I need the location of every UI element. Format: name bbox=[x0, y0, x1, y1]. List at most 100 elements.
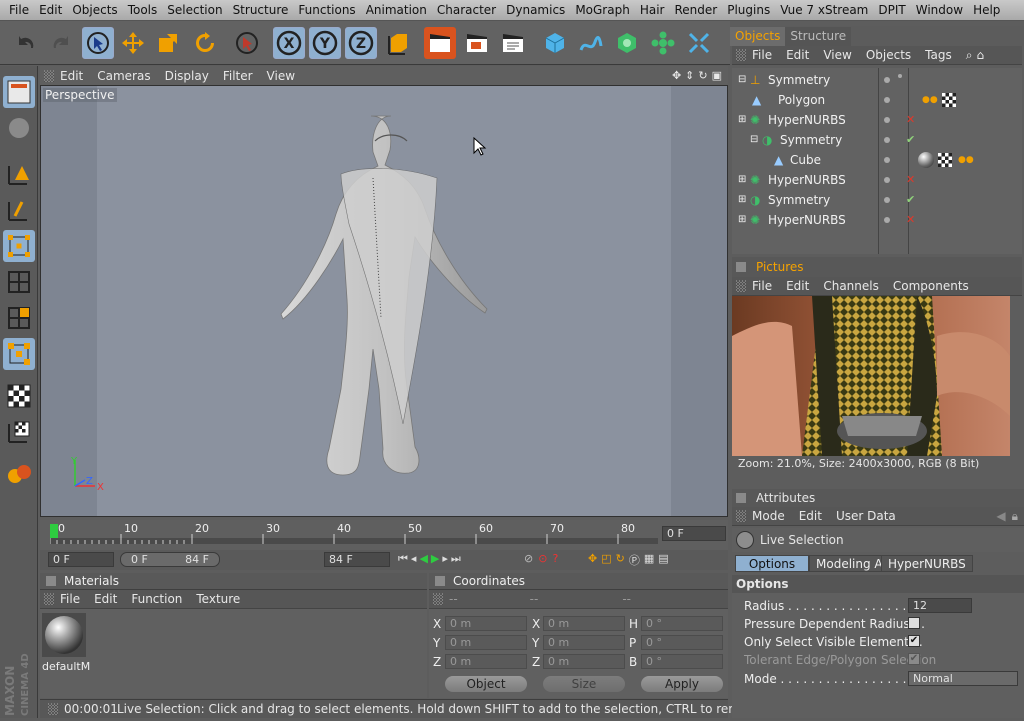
material-thumbnail[interactable]: defaultM bbox=[42, 613, 90, 673]
pictures-menu-file[interactable]: File bbox=[752, 279, 772, 293]
use-object-axis-icon[interactable] bbox=[3, 112, 35, 144]
viewport-perspective[interactable]: Perspective Y X Z bbox=[40, 85, 728, 517]
list-item[interactable]: ▲ Cube ●● bbox=[732, 150, 1022, 170]
tolerant-checkbox[interactable]: ✔ bbox=[908, 653, 920, 665]
rotate-icon[interactable] bbox=[189, 27, 221, 59]
array-icon[interactable] bbox=[647, 27, 679, 59]
position-y-field[interactable]: 0 m bbox=[445, 635, 527, 650]
play-reverse-icon[interactable]: ◀ bbox=[419, 552, 427, 566]
objects-menu-objects[interactable]: Objects bbox=[866, 48, 911, 62]
disabled-cross-icon[interactable]: ✕ bbox=[906, 170, 915, 190]
attributes-menu-mode[interactable]: Mode bbox=[752, 509, 785, 523]
viewport-menu-edit[interactable]: Edit bbox=[60, 69, 83, 83]
object-name[interactable]: Symmetry bbox=[768, 190, 830, 210]
key-scale-icon[interactable]: ◰ bbox=[601, 552, 611, 568]
menu-objects[interactable]: Objects bbox=[72, 3, 117, 17]
grip-icon[interactable] bbox=[44, 593, 54, 605]
tab-structure[interactable]: Structure bbox=[785, 27, 852, 46]
radius-field[interactable]: 12 bbox=[908, 598, 972, 613]
timeline-ruler[interactable]: 0 10 20 30 40 50 60 70 80 bbox=[50, 520, 670, 550]
materials-menu-edit[interactable]: Edit bbox=[94, 592, 117, 606]
timeline[interactable]: 0 10 20 30 40 50 60 70 80 0 F bbox=[40, 520, 728, 550]
next-key-icon[interactable]: ▸ bbox=[442, 552, 448, 566]
grip-icon[interactable] bbox=[736, 49, 746, 61]
attributes-menu-edit[interactable]: Edit bbox=[799, 509, 822, 523]
play-icon[interactable]: ▶ bbox=[431, 552, 439, 566]
list-item[interactable]: ⊞ ✺ HyperNURBS ✕ bbox=[732, 110, 1022, 130]
enabled-check-icon[interactable]: ✔ bbox=[906, 190, 915, 210]
material-tag-icon[interactable] bbox=[918, 152, 934, 168]
pictures-menu-components[interactable]: Components bbox=[893, 279, 969, 293]
menu-tools[interactable]: Tools bbox=[128, 3, 158, 17]
panel-toggle[interactable] bbox=[435, 576, 445, 586]
menu-file[interactable]: File bbox=[9, 3, 29, 17]
autokey-icon[interactable]: ⊙ bbox=[538, 552, 547, 565]
objects-menu-view[interactable]: View bbox=[823, 48, 851, 62]
materials-menu-function[interactable]: Function bbox=[131, 592, 182, 606]
size-mode-dropdown[interactable]: Size bbox=[543, 676, 625, 692]
menu-dpit[interactable]: DPIT bbox=[878, 3, 905, 17]
menu-plugins[interactable]: Plugins bbox=[727, 3, 770, 17]
panel-toggle[interactable] bbox=[46, 576, 56, 586]
object-name[interactable]: HyperNURBS bbox=[768, 110, 846, 130]
menu-window[interactable]: Window bbox=[916, 3, 963, 17]
size-x-field[interactable]: 0 m bbox=[543, 616, 625, 631]
rotation-p-field[interactable]: 0 ° bbox=[641, 635, 723, 650]
move-icon[interactable] bbox=[117, 27, 149, 59]
checker-texture-icon[interactable] bbox=[3, 380, 35, 412]
goto-end-icon[interactable]: ⏭ bbox=[451, 552, 461, 566]
tab-options[interactable]: Options bbox=[735, 555, 809, 572]
key-rotation-icon[interactable]: ↻ bbox=[616, 552, 625, 568]
tab-objects[interactable]: Objects bbox=[730, 27, 786, 46]
materials-menu-texture[interactable]: Texture bbox=[196, 592, 240, 606]
menu-render[interactable]: Render bbox=[674, 3, 717, 17]
rotation-h-field[interactable]: 0 ° bbox=[641, 616, 723, 631]
apply-button[interactable]: Apply bbox=[641, 676, 723, 692]
end-frame-field[interactable]: 84 F bbox=[324, 552, 390, 567]
frame-range-slider[interactable]: 0 F 84 F bbox=[120, 552, 220, 567]
pictures-menu-channels[interactable]: Channels bbox=[823, 279, 879, 293]
phong-tag-icon[interactable]: ●● bbox=[922, 90, 938, 110]
panel-toggle[interactable] bbox=[736, 262, 746, 272]
viewport-move-icon[interactable]: ✥ bbox=[672, 69, 681, 82]
coordinate-mode-dropdown[interactable]: Object bbox=[445, 676, 527, 692]
back-arrow-icon[interactable]: ◀ bbox=[996, 509, 1005, 523]
disabled-cross-icon[interactable]: ✕ bbox=[906, 210, 915, 230]
menu-hair[interactable]: Hair bbox=[640, 3, 665, 17]
use-model-mode-icon[interactable] bbox=[3, 76, 35, 108]
live-selection-icon[interactable] bbox=[82, 27, 114, 59]
key-pla-icon[interactable]: ▦ bbox=[644, 552, 654, 568]
undo-icon[interactable] bbox=[10, 27, 42, 59]
character-model[interactable]: Y X Z bbox=[41, 86, 727, 516]
menu-edit[interactable]: Edit bbox=[39, 3, 62, 17]
menu-dynamics[interactable]: Dynamics bbox=[506, 3, 565, 17]
size-z-field[interactable]: 0 m bbox=[543, 654, 625, 669]
search-icon[interactable]: ⌕ bbox=[966, 48, 973, 63]
viewport-menu-filter[interactable]: Filter bbox=[223, 69, 253, 83]
mode-dropdown[interactable]: Normal bbox=[908, 671, 1018, 686]
start-frame-field[interactable]: 0 F bbox=[48, 552, 114, 567]
menu-functions[interactable]: Functions bbox=[298, 3, 355, 17]
viewport-menu-display[interactable]: Display bbox=[165, 69, 209, 83]
grip-icon[interactable] bbox=[736, 280, 746, 292]
viewport-menu-view[interactable]: View bbox=[267, 69, 295, 83]
deformer-icon[interactable] bbox=[683, 27, 715, 59]
recent-tool-icon[interactable] bbox=[231, 27, 263, 59]
menu-selection[interactable]: Selection bbox=[167, 3, 222, 17]
list-item[interactable]: ⊞ ✺ HyperNURBS ✕ bbox=[732, 210, 1022, 230]
sculpt-icon[interactable] bbox=[3, 458, 35, 490]
object-name[interactable]: Symmetry bbox=[768, 70, 830, 90]
current-frame-field[interactable]: 0 F bbox=[662, 526, 726, 541]
object-name[interactable]: HyperNURBS bbox=[768, 170, 846, 190]
grip-icon[interactable] bbox=[44, 69, 54, 82]
viewport-rotate-icon[interactable]: ↻ bbox=[698, 69, 707, 82]
keyframe-selection-icon[interactable]: ? bbox=[552, 552, 558, 565]
lock-icon[interactable]: 🔒︎ bbox=[1012, 509, 1018, 524]
object-name[interactable]: Polygon bbox=[778, 90, 825, 110]
menu-character[interactable]: Character bbox=[437, 3, 496, 17]
pressure-checkbox[interactable] bbox=[908, 617, 920, 629]
goto-start-icon[interactable]: ⏮ bbox=[398, 552, 408, 566]
cube-icon[interactable] bbox=[539, 27, 571, 59]
grip-icon[interactable] bbox=[736, 510, 746, 522]
object-name[interactable]: HyperNURBS bbox=[768, 210, 846, 230]
